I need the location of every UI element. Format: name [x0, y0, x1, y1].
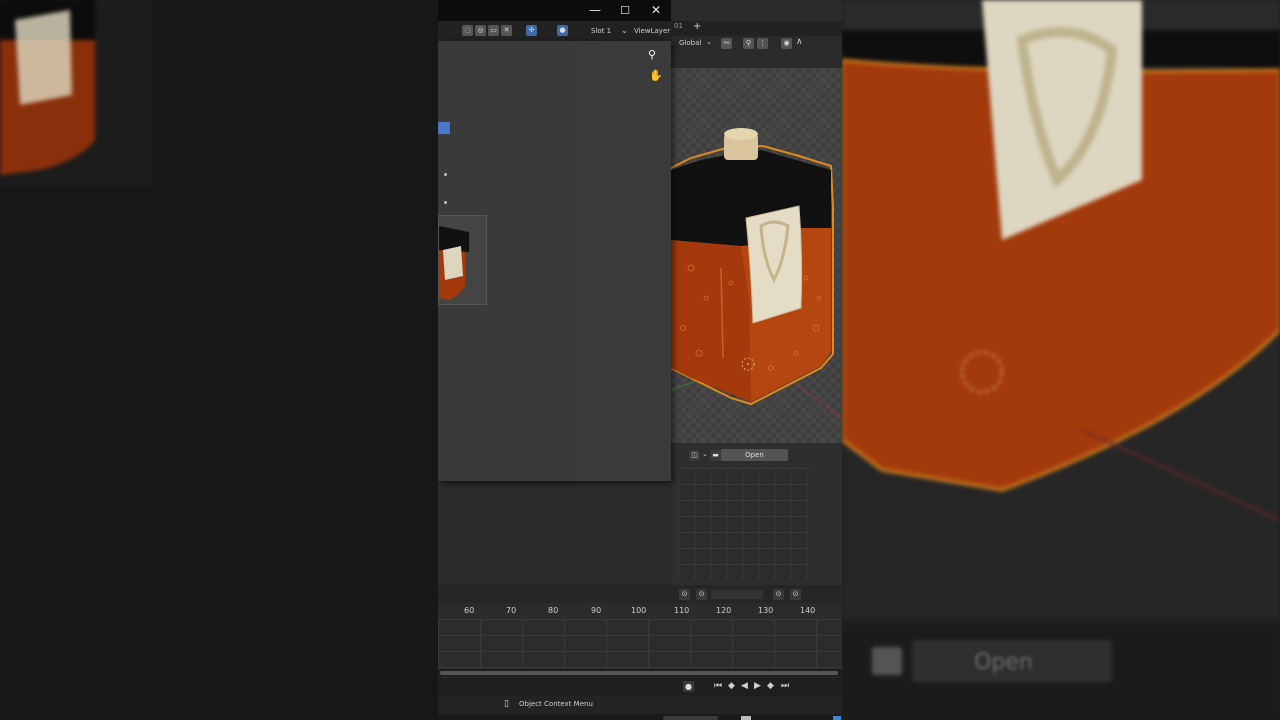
- maximize-button[interactable]: ☐: [610, 0, 640, 21]
- viewport-3d[interactable]: [671, 68, 842, 443]
- active-tool-indicator[interactable]: [438, 122, 450, 134]
- bottle-thumbnail[interactable]: [438, 215, 487, 305]
- frame-tick: 70: [506, 606, 517, 615]
- dot-icon: [444, 201, 447, 204]
- left-blurred-background: [0, 0, 438, 720]
- shading-icon[interactable]: ◌: [462, 25, 473, 36]
- timeline-header: ⊙ ⊙ ⊙ ⊙: [438, 585, 842, 603]
- frame-tick: 100: [631, 606, 647, 615]
- snap-icon[interactable]: ⚲: [743, 38, 754, 49]
- taskbar-app-icon[interactable]: [741, 716, 751, 720]
- image-grid[interactable]: [678, 468, 811, 580]
- frame-tick: 90: [591, 606, 602, 615]
- play-icon[interactable]: ▶: [754, 681, 761, 691]
- taskbar-search[interactable]: [663, 716, 718, 720]
- timeline-track-area[interactable]: [438, 619, 842, 669]
- gizmo-icon[interactable]: ✣: [526, 25, 537, 36]
- blurred-open-label: Open: [974, 650, 1033, 675]
- editor-type-chevron-icon[interactable]: ⌄: [702, 450, 708, 458]
- frame-tick: 80: [548, 606, 559, 615]
- orientation-chevron-icon[interactable]: ⌄: [706, 38, 712, 46]
- falloff-icon[interactable]: ∧: [796, 37, 803, 47]
- frame-tick: 60: [464, 606, 475, 615]
- zoom-icon[interactable]: ⚲: [648, 48, 656, 61]
- open-image-button[interactable]: Open: [721, 449, 788, 461]
- prev-key-icon[interactable]: ◆: [728, 681, 735, 691]
- frame-tick: 110: [674, 606, 690, 615]
- marker-icon[interactable]: ⊙: [773, 589, 784, 600]
- record-icon[interactable]: ●: [683, 681, 694, 692]
- snap-target-icon[interactable]: ⋮: [757, 38, 768, 49]
- keyframe-filter-icon[interactable]: ⊙: [679, 589, 690, 600]
- frame-ruler[interactable]: 60 70 80 90 100 110 120 130 140: [438, 603, 842, 619]
- view-layer-label[interactable]: ViewLayer: [634, 27, 670, 35]
- proportional-edit-icon[interactable]: ◉: [781, 38, 792, 49]
- folder-icon[interactable]: ▭: [488, 25, 499, 36]
- frame-tick: 120: [716, 606, 732, 615]
- sphere-icon[interactable]: ●: [557, 25, 568, 36]
- bottle-render: [671, 128, 842, 419]
- tab-suffix: 01: [674, 22, 683, 30]
- right-blurred-background: Open: [842, 0, 1280, 720]
- close-image-icon[interactable]: ✕: [501, 25, 512, 36]
- jump-start-icon[interactable]: ⏮: [714, 681, 722, 691]
- minimize-button[interactable]: —: [580, 0, 610, 21]
- dot-icon: [444, 173, 447, 176]
- slot-dropdown-chevron-icon[interactable]: ⌄: [621, 26, 628, 35]
- open-folder-icon[interactable]: ▬: [710, 450, 721, 461]
- overlay-icon[interactable]: ◎: [475, 25, 486, 36]
- view-icon[interactable]: ⊙: [790, 589, 801, 600]
- os-taskbar: [438, 714, 842, 720]
- pivot-icon[interactable]: ⚯: [721, 38, 732, 49]
- next-key-icon[interactable]: ◆: [767, 681, 774, 691]
- blender-window: 01 + Slot 1 ⌄ ViewLayer ◌ ◎ ▭ ✕ ✣ ● Glob…: [438, 0, 842, 720]
- camera-icon[interactable]: ◫: [689, 450, 700, 461]
- status-bar: ▯ Object Context Menu: [438, 696, 842, 714]
- frame-tick: 130: [758, 606, 774, 615]
- auto-key-icon[interactable]: ⊙: [696, 589, 707, 600]
- play-reverse-icon[interactable]: ◀: [741, 681, 748, 691]
- hand-icon[interactable]: ✋: [649, 69, 663, 82]
- add-tab-button[interactable]: +: [693, 21, 701, 32]
- playback-bar: ● ⏮ ◆ ◀ ▶ ◆ ⏭: [438, 678, 842, 696]
- frame-tick: 140: [800, 606, 816, 615]
- jump-end-icon[interactable]: ⏭: [781, 681, 789, 691]
- blurred-viewport-preview: [0, 0, 151, 186]
- slot-selector[interactable]: Slot 1: [591, 27, 611, 35]
- frame-controls[interactable]: [711, 590, 763, 599]
- blurred-bottle-zoom: [842, 0, 1280, 720]
- mouse-icon: ▯: [504, 699, 509, 709]
- close-button[interactable]: ✕: [641, 0, 671, 21]
- taskbar-app-icon[interactable]: [833, 716, 841, 720]
- timeline-scroll-thumb[interactable]: [440, 671, 838, 675]
- status-hint: Object Context Menu: [519, 700, 593, 708]
- transform-orientation[interactable]: Global: [679, 39, 701, 47]
- floating-preview-window: ⚲ ✋: [438, 41, 671, 481]
